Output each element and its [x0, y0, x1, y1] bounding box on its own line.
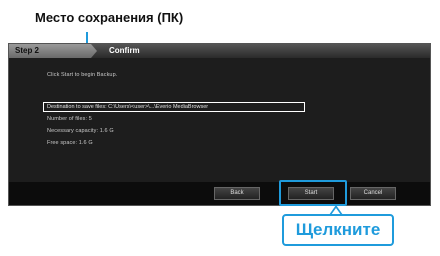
- dialog-content: Click Start to begin Backup. Destination…: [9, 58, 430, 182]
- free-space-text: Free space: 1.6 G: [47, 140, 93, 146]
- backup-dialog: Step 2 Confirm Click Start to begin Back…: [8, 43, 431, 206]
- back-button[interactable]: Back: [214, 187, 260, 200]
- destination-field: Destination to save files: C:\Users\<use…: [43, 102, 305, 112]
- step-title: Confirm: [109, 46, 140, 55]
- caption-save-location: Место сохранения (ПК): [35, 10, 184, 25]
- instruction-text: Click Start to begin Backup.: [47, 72, 118, 78]
- click-callout: Щелкните: [282, 214, 394, 246]
- cancel-button[interactable]: Cancel: [350, 187, 396, 200]
- start-button-highlight: [279, 180, 347, 206]
- dialog-header: Step 2 Confirm: [9, 44, 430, 58]
- step-indicator: Step 2: [9, 44, 97, 58]
- file-count-text: Number of files: 5: [47, 116, 92, 122]
- capacity-text: Necessary capacity: 1.6 G: [47, 128, 114, 134]
